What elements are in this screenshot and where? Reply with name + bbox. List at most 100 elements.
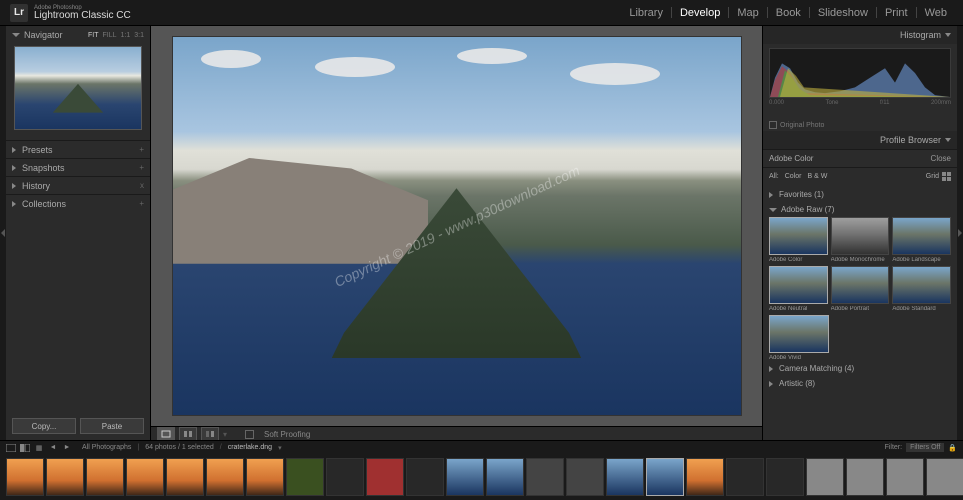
panel-collections[interactable]: Collections+ xyxy=(6,194,150,212)
module-develop[interactable]: Develop xyxy=(674,5,726,21)
back-icon[interactable]: ◄ xyxy=(48,443,58,453)
module-web[interactable]: Web xyxy=(919,5,953,21)
filmstrip-thumb[interactable] xyxy=(86,458,124,496)
filmstrip-thumb[interactable] xyxy=(446,458,484,496)
filmstrip-thumb[interactable] xyxy=(566,458,604,496)
filmstrip-thumb[interactable] xyxy=(846,458,884,496)
app-name: Lightroom Classic CC xyxy=(34,11,131,21)
filmstrip-thumb[interactable] xyxy=(406,458,444,496)
center-area: Copyright © 2019 - www.p30download.com ▾… xyxy=(151,26,762,440)
navigator-zoom-levels: FIT FILL 1:1 3:1 xyxy=(88,32,144,39)
filmstrip-thumb[interactable] xyxy=(766,458,804,496)
zoom-fill[interactable]: FILL xyxy=(103,32,117,39)
profile-current: Adobe Color xyxy=(769,154,813,163)
module-slideshow[interactable]: Slideshow xyxy=(812,5,874,21)
filmstrip-thumb[interactable] xyxy=(726,458,764,496)
logo-badge: Lr xyxy=(10,4,28,22)
paste-button[interactable]: Paste xyxy=(80,418,144,434)
second-window-icon[interactable] xyxy=(20,443,30,453)
main-photo: Copyright © 2019 - www.p30download.com xyxy=(172,36,742,416)
panel-snapshots[interactable]: Snapshots+ xyxy=(6,158,150,176)
camera-matching-section[interactable]: Camera Matching (4) xyxy=(769,361,951,376)
filmstrip[interactable] xyxy=(0,454,963,500)
filmstrip-thumb[interactable] xyxy=(326,458,364,496)
main-window-icon[interactable] xyxy=(6,443,16,453)
grid-label: Grid xyxy=(926,173,939,180)
filmstrip-thumb[interactable] xyxy=(166,458,204,496)
grid-icon[interactable]: ▦ xyxy=(34,443,44,453)
filmstrip-thumb[interactable] xyxy=(246,458,284,496)
forward-icon[interactable]: ► xyxy=(62,443,72,453)
grid-view-icon[interactable] xyxy=(942,172,951,181)
filmstrip-thumb[interactable] xyxy=(526,458,564,496)
profile-browser-header[interactable]: Profile Browser xyxy=(763,131,957,149)
filmstrip-thumb[interactable] xyxy=(886,458,924,496)
navigator-preview[interactable] xyxy=(14,46,142,130)
hist-iso: 0.000 xyxy=(769,100,784,106)
profile-adobe-portrait[interactable]: Adobe Portrait xyxy=(831,266,890,312)
zoom-fit[interactable]: FIT xyxy=(88,32,99,39)
favorites-section[interactable]: Favorites (1) xyxy=(769,187,951,202)
profile-adobe-color[interactable]: Adobe Color xyxy=(769,217,828,263)
filter-label: Filter: xyxy=(885,444,903,451)
profile-adobe-monochrome[interactable]: Adobe Monochrome xyxy=(831,217,890,263)
profile-adobe-standard[interactable]: Adobe Standard xyxy=(892,266,951,312)
center-toolbar: ▾ Soft Proofing xyxy=(151,426,762,441)
hist-tone: Tone xyxy=(825,100,838,106)
navigator-header[interactable]: Navigator FIT FILL 1:1 3:1 xyxy=(12,30,144,40)
module-print[interactable]: Print xyxy=(879,5,914,21)
filmstrip-thumb[interactable] xyxy=(366,458,404,496)
filmstrip-thumb[interactable] xyxy=(606,458,644,496)
loupe-view-button[interactable] xyxy=(157,427,175,441)
filmstrip-thumb[interactable] xyxy=(806,458,844,496)
adobe-raw-section[interactable]: Adobe Raw (7) xyxy=(769,202,951,217)
copy-button[interactable]: Copy... xyxy=(12,418,76,434)
filmstrip-thumb[interactable] xyxy=(126,458,164,496)
filmstrip-thumb[interactable] xyxy=(286,458,324,496)
filter-color[interactable]: Color xyxy=(785,173,802,180)
filmstrip-source[interactable]: All Photographs xyxy=(82,444,131,451)
module-library[interactable]: Library xyxy=(623,5,669,21)
app-logo: Lr Adobe Photoshop Lightroom Classic CC xyxy=(10,4,131,22)
panel-presets[interactable]: Presets+ xyxy=(6,140,150,158)
filmstrip-count: 64 photos / 1 selected xyxy=(145,444,214,451)
profile-adobe-vivid[interactable]: Adobe Vivid xyxy=(769,315,829,361)
hist-focal: 200mm xyxy=(931,100,951,106)
soft-proofing-checkbox[interactable] xyxy=(245,430,254,439)
before-after-button[interactable] xyxy=(179,427,197,441)
left-panel: Navigator FIT FILL 1:1 3:1 Presets+ Snap… xyxy=(6,26,151,440)
module-map[interactable]: Map xyxy=(731,5,764,21)
filmstrip-thumb-selected[interactable] xyxy=(646,458,684,496)
filmstrip-thumb[interactable] xyxy=(46,458,84,496)
filters-off-button[interactable]: Filters Off xyxy=(906,443,944,452)
original-photo-toggle[interactable]: Original Photo xyxy=(763,119,957,131)
filter-lock-icon[interactable]: 🔒 xyxy=(948,444,957,452)
right-panel: Histogram 0.000 Tone f/11 200mm xyxy=(762,26,957,440)
filmstrip-filename: craterlake.dng xyxy=(228,444,272,451)
filmstrip-thumb[interactable] xyxy=(486,458,524,496)
histogram-header[interactable]: Histogram xyxy=(763,26,957,44)
top-bar: Lr Adobe Photoshop Lightroom Classic CC … xyxy=(0,0,963,26)
reference-view-button[interactable] xyxy=(201,427,219,441)
zoom-1-1[interactable]: 1:1 xyxy=(121,32,131,39)
profile-adobe-neutral[interactable]: Adobe Neutral xyxy=(769,266,828,312)
image-viewport[interactable]: Copyright © 2019 - www.p30download.com xyxy=(151,26,762,426)
filmstrip-thumb[interactable] xyxy=(6,458,44,496)
filmstrip-thumb[interactable] xyxy=(206,458,244,496)
profile-close-button[interactable]: Close xyxy=(931,154,951,163)
right-panel-toggle[interactable] xyxy=(957,26,963,440)
zoom-3-1[interactable]: 3:1 xyxy=(134,32,144,39)
soft-proofing-label: Soft Proofing xyxy=(264,430,310,439)
filmstrip-thumb[interactable] xyxy=(686,458,724,496)
navigator-title: Navigator xyxy=(24,30,63,40)
filter-all[interactable]: All: xyxy=(769,173,779,180)
filmstrip-thumb[interactable] xyxy=(926,458,963,496)
artistic-section[interactable]: Artistic (8) xyxy=(769,376,951,391)
module-picker: Library Develop Map Book Slideshow Print… xyxy=(623,5,953,21)
panel-history[interactable]: Historyx xyxy=(6,176,150,194)
module-book[interactable]: Book xyxy=(770,5,807,21)
histogram-graph[interactable] xyxy=(769,48,951,98)
filmstrip-info-bar: ▦ ◄ ► All Photographs | 64 photos / 1 se… xyxy=(0,440,963,454)
profile-adobe-landscape[interactable]: Adobe Landscape xyxy=(892,217,951,263)
filter-bw[interactable]: B & W xyxy=(807,173,827,180)
